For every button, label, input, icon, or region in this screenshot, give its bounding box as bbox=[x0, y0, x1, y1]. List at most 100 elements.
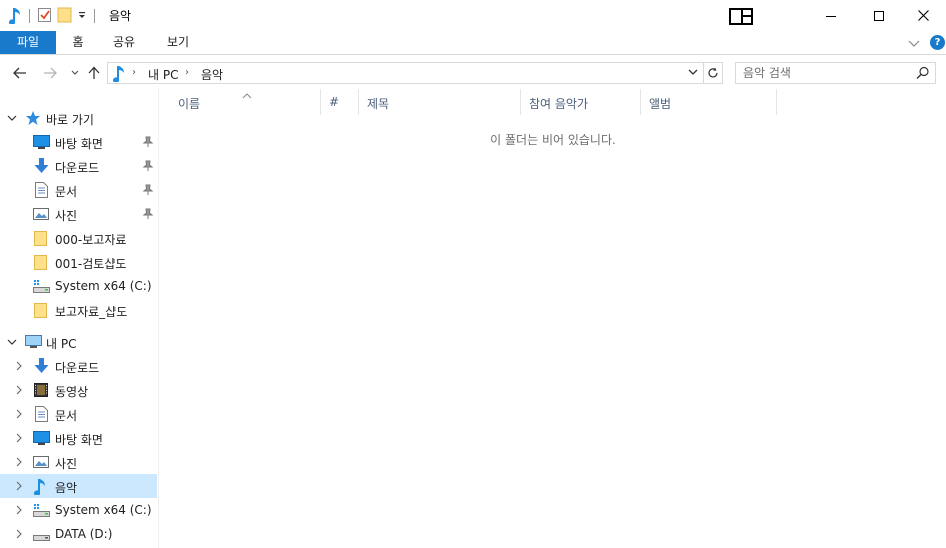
nav-item-videos[interactable]: 동영상 bbox=[0, 378, 157, 402]
back-button[interactable] bbox=[11, 64, 29, 82]
chevron-right-icon[interactable] bbox=[14, 504, 24, 518]
music-icon bbox=[8, 6, 22, 27]
chevron-right-icon[interactable] bbox=[14, 360, 24, 374]
chevron-right-icon[interactable] bbox=[14, 384, 24, 398]
forward-button[interactable] bbox=[41, 64, 59, 82]
address-bar[interactable]: › 내 PC › 음악 bbox=[107, 62, 704, 84]
nav-item-drive-d[interactable]: DATA (D:) bbox=[0, 522, 157, 546]
nav-item-folder-001[interactable]: 001-검토샵도 bbox=[0, 250, 157, 274]
pin-icon[interactable] bbox=[142, 184, 154, 199]
up-button[interactable] bbox=[85, 64, 103, 82]
refresh-button[interactable] bbox=[704, 62, 723, 84]
expand-ribbon-icon[interactable] bbox=[908, 37, 920, 51]
nav-label: 000-보고자료 bbox=[55, 233, 127, 247]
videos-icon bbox=[33, 382, 50, 398]
tab-home[interactable]: 홈 bbox=[60, 31, 96, 54]
breadcrumb-music[interactable]: 음악 bbox=[201, 66, 223, 83]
nav-item-documents-pinned[interactable]: 문서 bbox=[0, 178, 157, 202]
search-box[interactable] bbox=[735, 62, 936, 84]
chevron-right-icon[interactable] bbox=[14, 456, 24, 470]
nav-label: 음악 bbox=[55, 481, 78, 495]
maximize-button[interactable] bbox=[856, 0, 902, 31]
star-icon bbox=[25, 110, 42, 126]
drive-icon bbox=[33, 526, 50, 542]
pin-icon[interactable] bbox=[142, 160, 154, 175]
tab-file[interactable]: 파일 bbox=[0, 31, 56, 54]
nav-item-documents[interactable]: 문서 bbox=[0, 402, 157, 426]
column-header-title[interactable]: 제목 bbox=[359, 89, 521, 115]
nav-item-desktop[interactable]: 바탕 화면 bbox=[0, 426, 157, 450]
nav-item-folder-000[interactable]: 000-보고자료 bbox=[0, 226, 157, 250]
nav-item-music[interactable]: 음악 bbox=[0, 474, 157, 498]
column-header-number[interactable]: # bbox=[321, 89, 359, 115]
navigation-pane: 바로 가기 바탕 화면 다운로드 문서 사진 000-보고자료 001-검토샵도… bbox=[0, 94, 158, 548]
nav-label: 다운로드 bbox=[55, 161, 100, 175]
title-bar: 음악 bbox=[0, 0, 946, 31]
download-icon bbox=[33, 158, 50, 174]
music-icon bbox=[112, 64, 126, 85]
breadcrumb-chevron-icon[interactable]: › bbox=[185, 67, 189, 78]
nav-label: 바탕 화면 bbox=[55, 137, 103, 151]
chevron-right-icon[interactable] bbox=[14, 480, 24, 494]
nav-label: System x64 (C:) bbox=[55, 279, 152, 293]
music-icon bbox=[33, 477, 50, 497]
folder-icon bbox=[33, 302, 50, 318]
close-button[interactable] bbox=[900, 0, 946, 31]
help-icon[interactable]: ? bbox=[930, 35, 945, 50]
nav-label: 내 PC bbox=[46, 337, 77, 351]
folder-icon bbox=[33, 254, 50, 270]
search-input[interactable] bbox=[736, 63, 911, 83]
recent-locations-button[interactable] bbox=[66, 64, 84, 82]
nav-label: 문서 bbox=[55, 185, 78, 199]
nav-quick-access[interactable]: 바로 가기 bbox=[0, 106, 157, 130]
minimize-button[interactable] bbox=[808, 0, 854, 31]
desktop-icon bbox=[33, 430, 50, 446]
customize-toolbar-icon[interactable] bbox=[77, 9, 87, 24]
chevron-down-icon[interactable] bbox=[7, 112, 17, 126]
nav-item-downloads[interactable]: 다운로드 bbox=[0, 354, 157, 378]
column-header-artist[interactable]: 참여 음악가 bbox=[521, 89, 641, 115]
layout-icon[interactable] bbox=[729, 8, 753, 25]
nav-item-desktop-pinned[interactable]: 바탕 화면 bbox=[0, 130, 157, 154]
pictures-icon bbox=[33, 454, 50, 470]
nav-this-pc[interactable]: 내 PC bbox=[0, 330, 157, 354]
desktop-icon bbox=[33, 134, 50, 150]
nav-item-drive-c[interactable]: System x64 (C:) bbox=[0, 498, 157, 522]
documents-icon bbox=[33, 406, 50, 422]
nav-label: 보고자료_샵도 bbox=[55, 305, 128, 319]
drive-icon bbox=[33, 278, 50, 294]
breadcrumb-chevron-icon[interactable]: › bbox=[132, 67, 136, 78]
nav-label: 바탕 화면 bbox=[55, 433, 103, 447]
nav-item-downloads-pinned[interactable]: 다운로드 bbox=[0, 154, 157, 178]
chevron-down-icon[interactable] bbox=[7, 336, 17, 350]
toolbar-separator bbox=[94, 9, 95, 23]
nav-label: 바로 가기 bbox=[46, 113, 94, 127]
address-dropdown-icon[interactable] bbox=[687, 66, 699, 81]
nav-label: DATA (D:) bbox=[55, 527, 113, 541]
chevron-right-icon[interactable] bbox=[14, 528, 24, 542]
tab-view[interactable]: 보기 bbox=[156, 31, 200, 54]
nav-item-pictures[interactable]: 사진 bbox=[0, 450, 157, 474]
nav-item-pictures-pinned[interactable]: 사진 bbox=[0, 202, 157, 226]
breadcrumb-this-pc[interactable]: 내 PC bbox=[148, 66, 178, 83]
nav-label: 사진 bbox=[55, 209, 78, 223]
nav-label: 동영상 bbox=[55, 385, 89, 399]
empty-folder-message: 이 폴더는 비어 있습니다. bbox=[490, 133, 616, 147]
pane-divider[interactable] bbox=[158, 88, 159, 548]
tab-share[interactable]: 공유 bbox=[104, 31, 144, 54]
nav-label: 다운로드 bbox=[55, 361, 100, 375]
documents-icon bbox=[33, 182, 50, 198]
folder-icon bbox=[33, 230, 50, 246]
search-icon[interactable] bbox=[916, 66, 930, 83]
chevron-right-icon[interactable] bbox=[14, 408, 24, 422]
properties-icon[interactable] bbox=[37, 6, 53, 26]
pin-icon[interactable] bbox=[142, 136, 154, 151]
new-folder-icon[interactable] bbox=[57, 6, 73, 26]
nav-item-drive-c-pinned[interactable]: System x64 (C:) bbox=[0, 274, 157, 298]
quick-access-toolbar bbox=[8, 6, 98, 26]
pin-icon[interactable] bbox=[142, 208, 154, 223]
chevron-right-icon[interactable] bbox=[14, 432, 24, 446]
nav-item-folder-report[interactable]: 보고자료_샵도 bbox=[0, 298, 157, 322]
drive-icon bbox=[33, 502, 50, 518]
column-header-album[interactable]: 앨범 bbox=[641, 89, 777, 115]
